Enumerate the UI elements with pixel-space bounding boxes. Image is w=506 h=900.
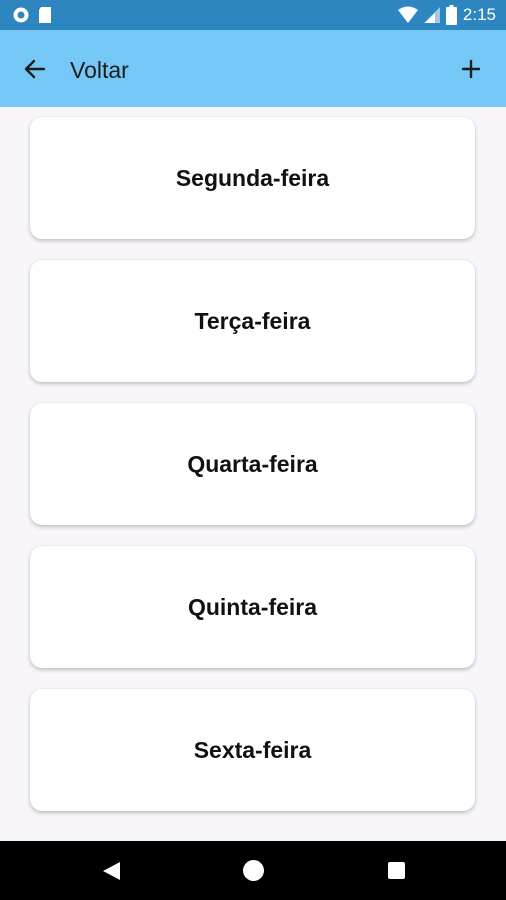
- day-label: Terça-feira: [194, 307, 311, 334]
- status-bar: 2:15: [0, 0, 506, 30]
- plus-icon: [461, 59, 481, 79]
- app-bar: Voltar: [0, 30, 506, 107]
- status-time: 2:15: [462, 5, 496, 24]
- back-triangle-icon[interactable]: [102, 861, 121, 881]
- day-card-segunda[interactable]: Segunda-feira: [30, 117, 475, 239]
- day-label: Segunda-feira: [175, 164, 330, 191]
- sd-card-icon: [39, 7, 51, 23]
- day-label: Quinta-feira: [187, 593, 318, 620]
- notification-circle-icon: [13, 7, 29, 23]
- day-card-sexta[interactable]: Sexta-feira: [30, 689, 475, 811]
- weekday-list: Segunda-feira Terça-feira Quarta-feira Q…: [30, 117, 477, 832]
- home-circle-icon[interactable]: [243, 860, 264, 881]
- day-label: Quarta-feira: [187, 450, 318, 477]
- page-title: Voltar: [70, 57, 129, 83]
- battery-icon: [445, 5, 457, 25]
- status-right-icons: 2:15: [397, 5, 496, 25]
- system-navigation-bar: [0, 841, 506, 900]
- signal-icon: [423, 7, 440, 23]
- arrow-left-icon: [24, 59, 46, 79]
- day-card-terca[interactable]: Terça-feira: [30, 260, 475, 382]
- day-label: Sexta-feira: [193, 736, 312, 763]
- add-button[interactable]: [454, 52, 488, 86]
- day-card-quinta[interactable]: Quinta-feira: [30, 546, 475, 668]
- day-card-quarta[interactable]: Quarta-feira: [30, 403, 475, 525]
- back-button[interactable]: [18, 52, 52, 86]
- wifi-icon: [397, 6, 418, 23]
- status-left-icons: [12, 6, 52, 24]
- recents-square-icon[interactable]: [388, 862, 405, 879]
